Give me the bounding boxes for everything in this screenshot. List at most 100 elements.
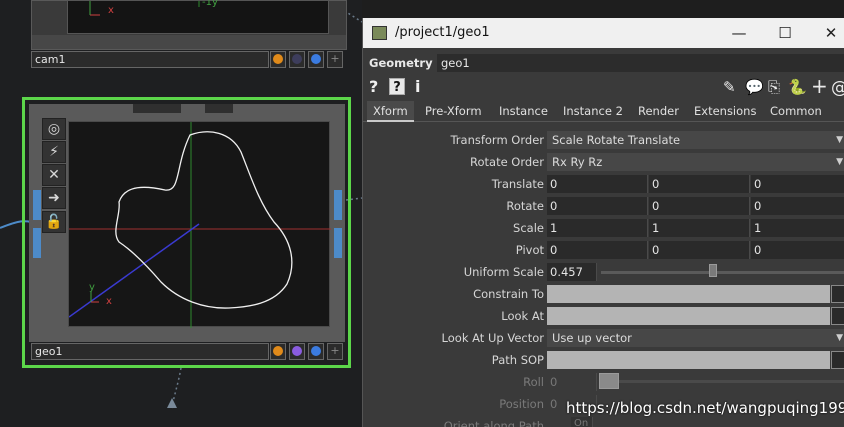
uniform-scale-slider[interactable] <box>601 271 844 274</box>
pivot-y-field[interactable]: 0 <box>649 241 750 259</box>
cam1-bottom-bar <box>32 35 346 49</box>
python-icon[interactable]: 🐍 <box>788 78 807 96</box>
geo1-name-field[interactable]: geo1 <box>31 343 269 360</box>
help-box-icon[interactable]: ? <box>389 78 405 95</box>
look-at-up-vector-menu[interactable]: Use up vector ▼ <box>547 329 844 347</box>
bypass-button[interactable]: ✕ <box>42 164 66 186</box>
scale-x-field[interactable]: 1 <box>547 219 648 237</box>
wire-arrow <box>167 398 177 408</box>
constrain-to-label: Constrain To <box>473 287 544 301</box>
path-sop-label: Path SOP <box>491 353 544 367</box>
cam1-plus-cell[interactable]: + <box>327 51 343 68</box>
look-at-up-vector-value: Use up vector <box>552 331 632 345</box>
tab-common[interactable]: Common <box>764 101 828 122</box>
tab-xform[interactable]: Xform <box>367 101 414 122</box>
geo1-input-connector-1[interactable] <box>33 190 41 220</box>
parameter-panel[interactable]: /project1/geo1 — ☐ ✕ Geometry geo1 ? ? i… <box>362 18 844 427</box>
tab-instance[interactable]: Instance <box>493 101 554 122</box>
cam1-name-field[interactable]: cam1 <box>31 51 269 68</box>
scale-y-field[interactable]: 1 <box>649 219 750 237</box>
geo1-output-connector-2[interactable] <box>334 228 342 258</box>
pivot-x-field[interactable]: 0 <box>547 241 648 259</box>
chevron-down-icon: ▼ <box>836 157 843 167</box>
chevron-down-icon: ▼ <box>836 333 843 343</box>
roll-slider-handle[interactable] <box>599 373 619 389</box>
eye-target-icon: ◎ <box>47 121 61 137</box>
minimize-button[interactable]: — <box>727 22 751 44</box>
geo1-top-tab-right <box>205 104 233 113</box>
parameter-tabs: Xform Pre-Xform Instance Instance 2 Rend… <box>363 101 844 122</box>
translate-y-field[interactable]: 0 <box>649 175 750 193</box>
info-icon[interactable]: i <box>415 77 420 96</box>
rotate-z-field[interactable]: 0 <box>751 197 844 215</box>
tab-extensions[interactable]: Extensions <box>688 101 762 122</box>
constrain-to-browse-button[interactable] <box>831 285 844 303</box>
cam1-axis-x-label: x <box>108 5 114 16</box>
position-label: Position <box>499 397 544 411</box>
look-at-field[interactable] <box>547 307 830 325</box>
rotate-order-menu[interactable]: Rx Ry Rz ▼ <box>547 153 844 171</box>
geo1-plus-cell[interactable]: + <box>327 343 343 360</box>
geo1-cook-dot <box>273 346 283 356</box>
path-sop-field[interactable] <box>547 351 830 369</box>
scale-z-field[interactable]: 1 <box>751 219 844 237</box>
at-icon[interactable]: @ <box>831 78 844 98</box>
transform-order-label: Transform Order <box>450 133 544 147</box>
cam1-dot-cell-2[interactable] <box>289 51 305 68</box>
panel-title: /project1/geo1 <box>395 25 490 40</box>
close-button[interactable]: ✕ <box>819 22 843 44</box>
cam1-dot-cell-3[interactable] <box>308 51 324 68</box>
op-type-label: Geometry <box>369 56 433 70</box>
geometry-op-icon <box>372 26 387 40</box>
geo1-input-connector-2[interactable] <box>33 228 41 258</box>
clone-icon[interactable]: ⎘ <box>768 78 780 96</box>
geo1-output-connector-1[interactable] <box>334 190 342 220</box>
lock-button[interactable]: 🔓 <box>42 211 66 233</box>
path-sop-browse-button[interactable] <box>831 351 844 369</box>
scale-label: Scale <box>513 221 544 235</box>
add-icon[interactable]: + <box>811 74 828 98</box>
geo1-dot-cell-3[interactable] <box>308 343 324 360</box>
watermark: https://blog.csdn.net/wangpuqing1997 <box>566 399 844 417</box>
chevron-down-icon: ▼ <box>836 135 843 145</box>
pencil-icon[interactable]: ✎ <box>723 78 736 96</box>
orient-along-path-toggle[interactable]: On <box>571 417 593 427</box>
cam1-viewer[interactable]: x -1y <box>67 0 329 34</box>
geo1-render-dot <box>292 346 302 356</box>
translate-x-field[interactable]: 0 <box>547 175 648 193</box>
geo1-dot-cell-2[interactable] <box>289 343 305 360</box>
tab-pre-xform[interactable]: Pre-Xform <box>419 101 488 122</box>
tab-render[interactable]: Render <box>632 101 685 122</box>
clone-button[interactable]: ➜ <box>42 187 66 209</box>
geo1-dot-cell-1[interactable] <box>270 343 286 360</box>
geo1-display-dot <box>311 346 321 356</box>
maximize-button[interactable]: ☐ <box>773 22 797 44</box>
viewer-toggle-button[interactable]: ◎ <box>42 118 66 140</box>
transform-order-menu[interactable]: Scale Rotate Translate ▼ <box>547 131 844 149</box>
network-editor[interactable]: x -1y cam1 + ◎ ⚡ ✕ ➜ 🔓 x y geo1 + <box>0 0 362 427</box>
look-at-browse-button[interactable] <box>831 307 844 325</box>
panel-titlebar[interactable]: /project1/geo1 — ☐ ✕ <box>363 18 844 48</box>
roll-field[interactable]: 0 <box>547 373 597 391</box>
pulse-button[interactable]: ⚡ <box>42 141 66 163</box>
look-at-up-vector-label: Look At Up Vector <box>441 331 544 345</box>
comment-icon[interactable]: 💬 <box>745 78 764 96</box>
tab-instance-2[interactable]: Instance 2 <box>557 101 629 122</box>
cam1-render-dot <box>292 54 302 64</box>
lock-icon: 🔓 <box>45 214 63 230</box>
roll-slider[interactable] <box>619 380 844 383</box>
help-icon[interactable]: ? <box>369 77 378 96</box>
rotate-y-field[interactable]: 0 <box>649 197 750 215</box>
uniform-scale-field[interactable]: 0.457 <box>547 263 597 281</box>
constrain-to-field[interactable] <box>547 285 830 303</box>
cam1-dot-cell-1[interactable] <box>270 51 286 68</box>
pivot-z-field[interactable]: 0 <box>751 241 844 259</box>
uniform-scale-slider-handle[interactable] <box>709 264 717 277</box>
cam1-axis-y-label: -1y <box>202 0 218 8</box>
op-name-field[interactable]: geo1 <box>437 54 844 72</box>
rotate-x-field[interactable]: 0 <box>547 197 648 215</box>
pulse-icon: ⚡ <box>49 144 59 160</box>
rotate-label: Rotate <box>506 199 544 213</box>
translate-z-field[interactable]: 0 <box>751 175 844 193</box>
geo1-viewer[interactable]: x y <box>68 121 331 328</box>
